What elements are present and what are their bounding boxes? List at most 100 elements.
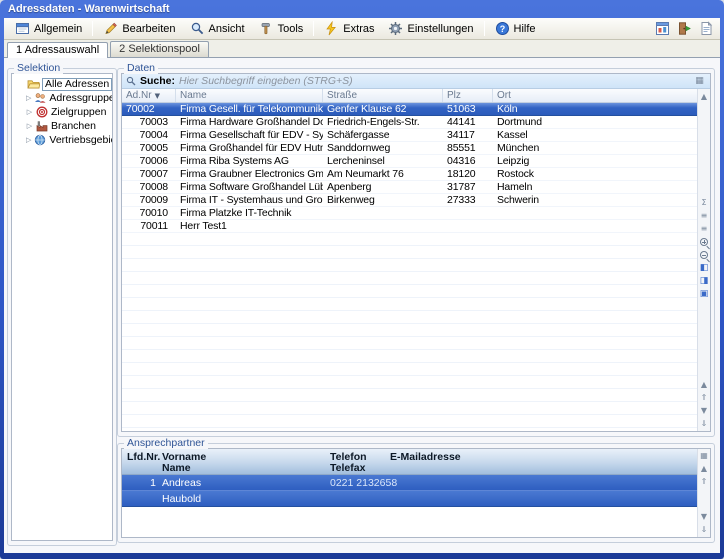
row-down-icon[interactable]: ▼ bbox=[698, 405, 710, 417]
list-icon[interactable]: ≡ bbox=[698, 210, 710, 222]
app-window: Adressdaten - Warenwirtschaft Allgemein … bbox=[0, 0, 724, 559]
table-row[interactable]: 70002 Firma Gesell. für Telekommunikatio… bbox=[122, 103, 697, 116]
menu-label: Ansicht bbox=[209, 23, 245, 35]
table-row[interactable]: 70011 Herr Test1 bbox=[122, 220, 697, 233]
menu-allgemein[interactable]: Allgemein bbox=[8, 19, 89, 38]
selektion-tree: Alle Adressen ▷ Adressgruppen ▷ bbox=[11, 73, 113, 541]
page-up-icon[interactable]: ⇑ bbox=[698, 476, 710, 488]
tab-strip: 1 Adressauswahl 2 Selektionspool bbox=[4, 40, 720, 58]
cell-adnr: 70008 bbox=[122, 181, 176, 193]
toolbar: Allgemein Bearbeiten Ansicht Tools bbox=[4, 18, 720, 40]
cell-name: Firma Riba Systems AG bbox=[176, 155, 323, 167]
extras-icon bbox=[324, 21, 339, 36]
table-row[interactable]: 70007 Firma Graubner Electronics GmbH Am… bbox=[122, 168, 697, 181]
column-header-name[interactable]: Name bbox=[162, 462, 191, 474]
sum-icon[interactable]: Σ bbox=[698, 197, 710, 209]
column-header-plz[interactable]: Plz bbox=[443, 89, 493, 102]
column-header-strasse[interactable]: Straße bbox=[323, 89, 443, 102]
row-up-icon[interactable]: ▲ bbox=[698, 379, 710, 391]
search-bar: Suche: ▦ bbox=[122, 74, 710, 89]
toolbar-right-group bbox=[652, 19, 716, 39]
row-up-icon[interactable]: ▲ bbox=[698, 463, 710, 475]
page-up-icon[interactable]: ⇑ bbox=[698, 392, 710, 404]
view-icon bbox=[190, 21, 205, 36]
tree-item-vertriebsgebiete[interactable]: ▷ Vertriebsgebiete bbox=[12, 133, 112, 147]
cell-strasse: Sanddornweg bbox=[323, 142, 443, 154]
notes-button[interactable] bbox=[696, 19, 716, 39]
table-row[interactable]: 70009 Firma IT - Systemhaus und Großhand… bbox=[122, 194, 697, 207]
page-down-icon[interactable]: ⇓ bbox=[698, 418, 710, 430]
expander-icon[interactable]: ▷ bbox=[26, 108, 33, 116]
table-row[interactable]: 70008 Firma Software Großhandel Lübke AG… bbox=[122, 181, 697, 194]
contacts-grid-body: 1 Andreas 0221 2132658 Haubold bbox=[122, 475, 697, 507]
contact-row-line2[interactable]: Haubold bbox=[122, 491, 697, 507]
ansprechpartner-group: Ansprechpartner Lfd.Nr. Vorname Name Tel… bbox=[117, 437, 715, 543]
menu-einstellungen[interactable]: Einstellungen bbox=[381, 19, 480, 38]
menu-hilfe[interactable]: ? Hilfe bbox=[488, 19, 543, 38]
expander-icon[interactable]: ▷ bbox=[26, 94, 31, 102]
grid-side-toolbar: ▲ Σ ≡ ≡ ◧ ◨ ▣ ▲ ⇑ ▼ ⇓ bbox=[697, 89, 710, 431]
tools-icon bbox=[259, 21, 274, 36]
search-input[interactable] bbox=[179, 75, 689, 88]
column-header-adnr[interactable]: Ad.Nr▼ bbox=[122, 89, 176, 102]
tree-item-alle-adressen[interactable]: Alle Adressen bbox=[12, 77, 112, 91]
menu-bearbeiten[interactable]: Bearbeiten bbox=[96, 19, 182, 38]
column-header-label: Ad.Nr bbox=[126, 90, 152, 101]
exit-button[interactable] bbox=[674, 19, 694, 39]
customize-columns-icon[interactable]: ▦ bbox=[693, 76, 706, 86]
cell-name: Firma Gesellschaft für EDV - Systeme bbox=[176, 129, 323, 141]
column-header-name[interactable]: Name bbox=[176, 89, 323, 102]
page-down-icon[interactable]: ⇓ bbox=[698, 524, 710, 536]
panel-grid-icon[interactable]: ▣ bbox=[698, 288, 710, 300]
zoom-in-icon[interactable] bbox=[700, 238, 708, 246]
column-header-lfdnr[interactable]: Lfd.Nr. bbox=[127, 451, 160, 463]
table-row[interactable]: 70005 Firma Großhandel für EDV Hutner Sa… bbox=[122, 142, 697, 155]
tree-item-adressgruppen[interactable]: ▷ Adressgruppen bbox=[12, 91, 112, 105]
title-bar[interactable]: Adressdaten - Warenwirtschaft bbox=[0, 0, 724, 18]
report-button[interactable] bbox=[652, 19, 672, 39]
table-row[interactable]: 70003 Firma Hardware Großhandel Dortmund… bbox=[122, 116, 697, 129]
menu-label: Extras bbox=[343, 23, 374, 35]
list-icon[interactable]: ≡ bbox=[698, 223, 710, 235]
edit-icon bbox=[103, 21, 118, 36]
window-content: Allgemein Bearbeiten Ansicht Tools bbox=[4, 18, 720, 553]
zoom-out-icon[interactable] bbox=[700, 251, 708, 259]
cell-ort: München bbox=[493, 142, 697, 154]
daten-group-label: Daten bbox=[124, 62, 158, 74]
ansprechpartner-group-label: Ansprechpartner bbox=[124, 437, 208, 449]
window-title: Adressdaten - Warenwirtschaft bbox=[8, 3, 170, 15]
menu-tools[interactable]: Tools bbox=[252, 19, 311, 38]
table-row[interactable]: 70006 Firma Riba Systems AG Lercheninsel… bbox=[122, 155, 697, 168]
menu-ansicht[interactable]: Ansicht bbox=[183, 19, 252, 38]
tab-selektionspool[interactable]: 2 Selektionspool bbox=[110, 41, 209, 57]
panel-left-icon[interactable]: ◧ bbox=[698, 262, 710, 274]
cell-name: Haubold bbox=[162, 493, 201, 505]
scroll-up-icon[interactable]: ▲ bbox=[698, 91, 710, 103]
cell-ort bbox=[493, 220, 697, 232]
cell-strasse bbox=[323, 207, 443, 219]
cell-strasse: Friedrich-Engels-Str. bbox=[323, 116, 443, 128]
tab-adressauswahl[interactable]: 1 Adressauswahl bbox=[7, 42, 108, 58]
table-row[interactable]: 70010 Firma Platzke IT-Technik bbox=[122, 207, 697, 220]
table-row[interactable]: 70004 Firma Gesellschaft für EDV - Syste… bbox=[122, 129, 697, 142]
cell-name: Firma Großhandel für EDV Hutner bbox=[176, 142, 323, 154]
menu-label: Einstellungen bbox=[407, 23, 473, 35]
menu-extras[interactable]: Extras bbox=[317, 19, 381, 38]
cell-ort: Schwerin bbox=[493, 194, 697, 206]
panel-right-icon[interactable]: ◨ bbox=[698, 275, 710, 287]
customize-columns-icon[interactable]: ▦ bbox=[698, 450, 710, 462]
tree-item-branchen[interactable]: ▷ Branchen bbox=[12, 119, 112, 133]
contact-row-line1[interactable]: 1 Andreas 0221 2132658 bbox=[122, 475, 697, 491]
row-down-icon[interactable]: ▼ bbox=[698, 511, 710, 523]
tree-item-zielgruppen[interactable]: ▷ Zielgruppen bbox=[12, 105, 112, 119]
selektion-group-label: Selektion bbox=[14, 62, 63, 74]
column-header-email[interactable]: E-Mailadresse bbox=[390, 451, 461, 463]
expander-icon[interactable]: ▷ bbox=[26, 122, 33, 130]
cell-plz: 18120 bbox=[443, 168, 493, 180]
selektion-group: Selektion Alle Adressen ▷ Adressgruppen bbox=[7, 62, 117, 546]
cell-plz: 31787 bbox=[443, 181, 493, 193]
expander-icon[interactable]: ▷ bbox=[26, 136, 31, 144]
column-header-telefax[interactable]: Telefax bbox=[330, 462, 365, 474]
target-icon bbox=[36, 106, 48, 118]
column-header-ort[interactable]: Ort bbox=[493, 89, 697, 102]
